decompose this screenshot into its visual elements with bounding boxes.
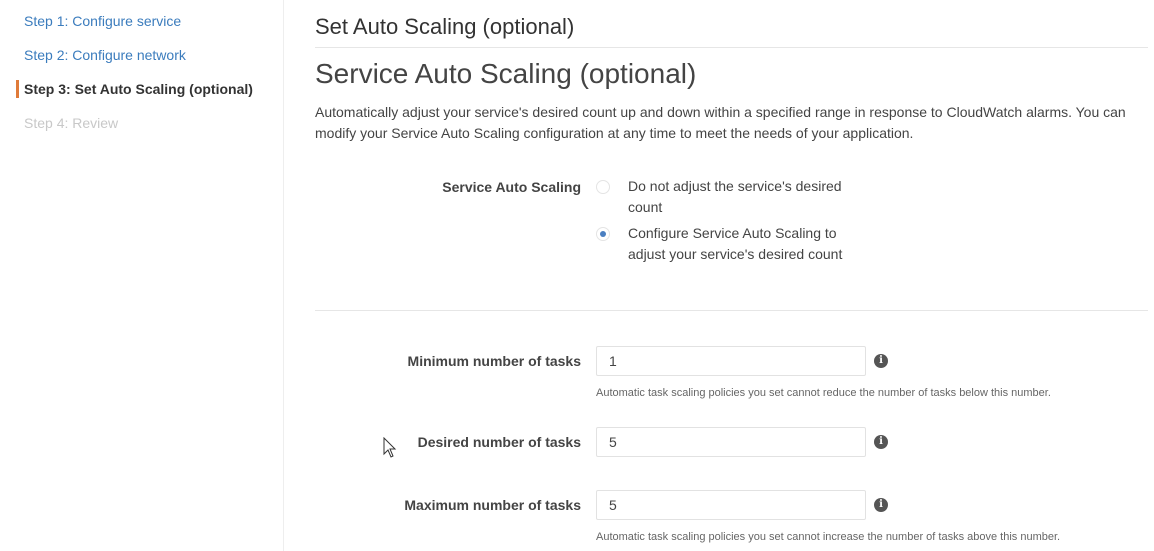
radio-configure-auto-scaling-label[interactable]: Configure Service Auto Scaling to adjust… [628,223,858,265]
radio-do-not-adjust[interactable] [596,180,610,194]
section-title: Service Auto Scaling (optional) [315,58,697,89]
max-tasks-info-icon[interactable]: i [874,498,888,512]
mouse-pointer-icon [383,437,397,458]
max-tasks-label: Maximum number of tasks [404,497,581,513]
desired-tasks-label: Desired number of tasks [417,434,581,450]
radio-configure-auto-scaling[interactable] [596,227,610,241]
active-step-marker [16,80,19,98]
min-tasks-input[interactable] [596,346,866,376]
desired-tasks-info-icon[interactable]: i [874,435,888,449]
wizard-sidebar: Step 1: Configure service Step 2: Config… [0,0,284,551]
service-auto-scaling-label: Service Auto Scaling [442,179,581,195]
min-tasks-label: Minimum number of tasks [407,353,581,369]
min-tasks-help-text: Automatic task scaling policies you set … [596,387,1051,399]
desired-tasks-input[interactable] [596,427,866,457]
max-tasks-help-text: Automatic task scaling policies you set … [596,531,1061,543]
title-divider [315,47,1148,48]
min-tasks-info-icon[interactable]: i [874,354,888,368]
step-set-auto-scaling-current: Step 3: Set Auto Scaling (optional) [24,81,253,97]
step-configure-network-link[interactable]: Step 2: Configure network [24,47,186,63]
max-tasks-input[interactable] [596,490,866,520]
step-review-disabled: Step 4: Review [24,115,119,131]
section-divider [315,310,1148,311]
step-configure-service-link[interactable]: Step 1: Configure service [24,13,181,29]
radio-do-not-adjust-label[interactable]: Do not adjust the service's desired coun… [628,176,858,218]
page-title: Set Auto Scaling (optional) [315,14,575,39]
section-description: Automatically adjust your service's desi… [315,104,1126,141]
